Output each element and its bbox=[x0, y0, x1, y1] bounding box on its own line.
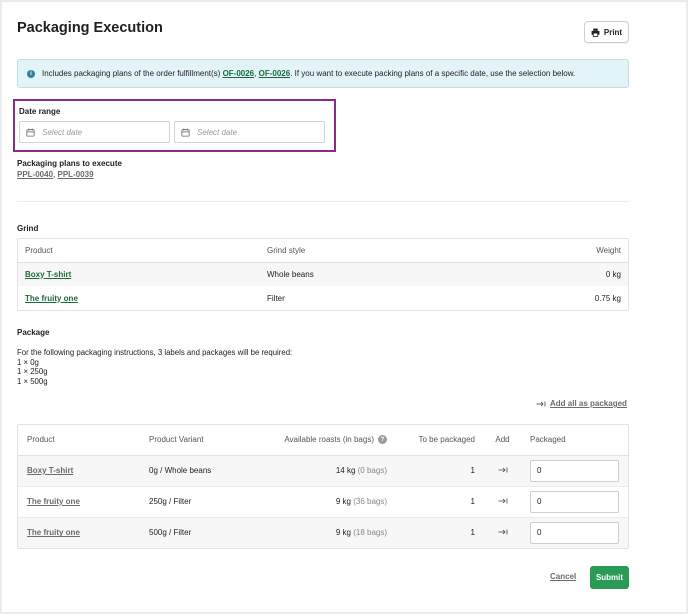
section-divider bbox=[17, 201, 629, 202]
grind-style-cell: Whole beans bbox=[260, 262, 482, 286]
info-banner: i Includes packaging plans of the order … bbox=[17, 59, 629, 88]
pkg-add-cell bbox=[484, 455, 521, 487]
grind-col-product: Product bbox=[18, 239, 260, 263]
printer-icon bbox=[591, 28, 600, 37]
page: Packaging Execution Print i Includes pac… bbox=[2, 2, 686, 612]
question-icon[interactable]: ? bbox=[378, 435, 387, 445]
pkg-variant-cell: 0g / Whole beans bbox=[140, 455, 248, 487]
table-row: Boxy T-shirt Whole beans 0 kg bbox=[18, 262, 628, 286]
packaged-input[interactable]: 0 bbox=[530, 490, 619, 513]
grind-col-weight: Weight bbox=[481, 239, 628, 263]
package-heading: Package bbox=[17, 328, 50, 337]
pkg-available-kg: 9 kg bbox=[335, 497, 351, 506]
add-row-button[interactable] bbox=[498, 467, 508, 476]
packaged-input[interactable]: 0 bbox=[530, 459, 619, 482]
table-row: The fruity one Filter 0.75 kg bbox=[18, 286, 628, 310]
start-date-input[interactable]: Select date bbox=[19, 121, 170, 143]
plans-list: PPL-0040, PPL-0039 bbox=[17, 170, 94, 179]
plan-link-2[interactable]: PPL-0039 bbox=[58, 170, 94, 179]
pkg-variant-cell: 500g / Filter bbox=[140, 517, 248, 548]
package-line: 1 × 0g bbox=[17, 357, 39, 367]
grind-table: Product Grind style Weight Boxy T-shirt … bbox=[17, 238, 629, 311]
pkg-available-cell: 9 kg (18 bags) bbox=[248, 517, 396, 548]
info-prefix: Includes packaging plans of the order fu… bbox=[42, 69, 221, 78]
print-button[interactable]: Print bbox=[584, 21, 629, 43]
pkg-col-available-label: Available roasts (in bags) bbox=[284, 435, 374, 445]
packaged-input[interactable]: 0 bbox=[530, 521, 619, 544]
add-row-button[interactable] bbox=[498, 498, 508, 507]
pkg-available-cell: 14 kg (0 bags) bbox=[248, 455, 396, 487]
add-all-as-packaged-button[interactable]: Add all as packaged bbox=[536, 399, 627, 408]
pkg-to-package-cell: 1 bbox=[396, 486, 484, 518]
pkg-col-available: Available roasts (in bags)? bbox=[248, 425, 396, 456]
arrow-to-line-icon bbox=[498, 498, 507, 503]
pkg-col-packaged: Packaged bbox=[521, 425, 628, 456]
grind-header-row: Product Grind style Weight bbox=[18, 239, 628, 263]
arrow-to-line-icon bbox=[498, 467, 507, 472]
grind-weight-cell: 0.75 kg bbox=[594, 293, 621, 303]
pkg-available-bags: (18 bags) bbox=[353, 528, 387, 538]
pkg-available-bags: (0 bags) bbox=[357, 466, 387, 475]
info-text: Includes packaging plans of the order fu… bbox=[42, 69, 575, 78]
start-date-placeholder: Select date bbox=[42, 127, 83, 137]
cancel-button[interactable]: Cancel bbox=[550, 572, 576, 581]
submit-button[interactable]: Submit bbox=[590, 566, 629, 589]
pkg-col-to-package: To be packaged bbox=[396, 425, 484, 456]
arrow-to-line-icon bbox=[536, 401, 546, 406]
pkg-variant-cell: 250g / Filter bbox=[140, 486, 248, 518]
pkg-available-bags: (36 bags) bbox=[353, 497, 387, 506]
pkg-available-cell: 9 kg (36 bags) bbox=[248, 486, 396, 518]
plans-label: Packaging plans to execute bbox=[17, 159, 122, 168]
end-date-placeholder: Select date bbox=[197, 127, 238, 137]
table-row: The fruity one 500g / Filter 9 kg (18 ba… bbox=[18, 517, 628, 548]
pkg-col-add: Add bbox=[484, 425, 521, 456]
grind-weight-cell: 0 kg bbox=[481, 262, 628, 286]
grind-heading: Grind bbox=[17, 224, 39, 233]
pkg-to-package-cell: 1 bbox=[396, 517, 484, 548]
grind-product-link[interactable]: Boxy T-shirt bbox=[25, 270, 71, 279]
arrow-to-line-icon bbox=[498, 529, 507, 535]
page-title: Packaging Execution bbox=[17, 20, 163, 36]
pkg-add-cell bbox=[484, 517, 521, 548]
grind-product-link[interactable]: The fruity one bbox=[25, 294, 78, 303]
pkg-available-kg: 14 kg bbox=[335, 466, 356, 475]
table-row: The fruity one 250g / Filter 9 kg (36 ba… bbox=[18, 486, 628, 518]
pkg-to-package-cell: 1 bbox=[396, 455, 484, 487]
pkg-available-kg: 9 kg bbox=[335, 528, 351, 538]
grind-style-cell: Filter bbox=[267, 293, 285, 303]
add-row-button[interactable] bbox=[498, 529, 508, 538]
info-suffix: . If you want to execute packing plans o… bbox=[290, 69, 576, 78]
order-link-2[interactable]: OF-0026 bbox=[259, 69, 291, 78]
grind-col-style: Grind style bbox=[260, 239, 482, 263]
plan-link-1[interactable]: PPL-0040 bbox=[17, 170, 53, 179]
print-label: Print bbox=[603, 27, 623, 37]
date-range-label: Date range bbox=[19, 107, 61, 116]
pkg-product-link[interactable]: Boxy T-shirt bbox=[27, 466, 73, 475]
add-all-label: Add all as packaged bbox=[550, 399, 627, 408]
info-icon: i bbox=[27, 69, 35, 78]
package-line: 1 × 500g bbox=[17, 376, 48, 386]
calendar-icon bbox=[181, 128, 190, 137]
package-instruction-text: For the following packaging instructions… bbox=[17, 348, 293, 357]
pkg-add-cell bbox=[484, 486, 521, 518]
end-date-input[interactable]: Select date bbox=[174, 121, 325, 143]
date-range-section: Date range Select date Select date bbox=[13, 99, 336, 152]
info-sep: , bbox=[254, 69, 257, 78]
table-row: Boxy T-shirt 0g / Whole beans 14 kg (0 b… bbox=[18, 455, 628, 487]
plans-sep: , bbox=[53, 170, 56, 179]
pkg-product-link[interactable]: The fruity one bbox=[27, 497, 80, 506]
order-link-1[interactable]: OF-0026 bbox=[223, 69, 255, 78]
package-header-row: Product Product Variant Available roasts… bbox=[18, 425, 628, 456]
calendar-icon bbox=[26, 128, 35, 137]
pkg-product-link[interactable]: The fruity one bbox=[27, 528, 80, 537]
pkg-col-product: Product bbox=[18, 425, 140, 456]
package-instructions: For the following packaging instructions… bbox=[17, 348, 292, 386]
package-table: Product Product Variant Available roasts… bbox=[17, 424, 629, 549]
pkg-col-variant: Product Variant bbox=[140, 425, 248, 456]
package-line: 1 × 250g bbox=[17, 367, 48, 376]
